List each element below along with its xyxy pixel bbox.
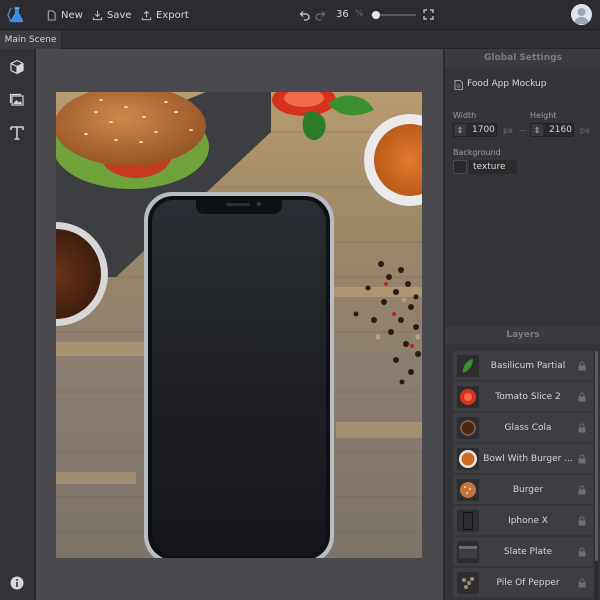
save-button[interactable]: Save xyxy=(92,8,132,22)
height-unit: px xyxy=(580,126,590,135)
new-file-icon xyxy=(47,9,56,21)
layer-name: Basilicum Partial xyxy=(490,360,566,371)
link-dimensions-icon[interactable]: — xyxy=(519,126,527,135)
lock-icon[interactable] xyxy=(577,516,587,526)
layer-name: Bowl With Burger ... xyxy=(483,453,573,464)
editor-app: New Save Export 36 % Main Scene Global S… xyxy=(0,0,600,600)
phone-thumbnail-icon xyxy=(457,509,479,532)
basil-thumbnail-icon xyxy=(457,354,479,377)
top-toolbar: New Save Export 36 % xyxy=(0,0,600,30)
document-icon xyxy=(454,80,463,90)
width-unit: px xyxy=(503,126,513,135)
image-layers-icon[interactable] xyxy=(9,92,25,108)
layer-item[interactable]: Basilicum Partial xyxy=(453,351,593,380)
save-icon xyxy=(92,10,103,20)
width-stepper-icon[interactable]: ⇕ xyxy=(454,124,466,136)
mockup-scene xyxy=(56,92,422,558)
width-value: 1700 xyxy=(472,125,495,135)
zoom-unit: % xyxy=(355,9,364,19)
global-settings-header: Global Settings xyxy=(445,49,600,67)
export-icon xyxy=(141,10,152,20)
height-stepper-icon[interactable]: ⇕ xyxy=(531,124,543,136)
redo-icon[interactable] xyxy=(315,9,327,21)
height-input[interactable]: ⇕ 2160 xyxy=(530,123,574,137)
background-color-swatch[interactable] xyxy=(453,160,467,174)
layers-header: Layers xyxy=(445,326,600,344)
lock-icon[interactable] xyxy=(577,578,587,588)
background-label: Background xyxy=(453,148,501,157)
cube-icon[interactable] xyxy=(9,59,25,75)
layer-name: Slate Plate xyxy=(503,546,553,557)
tab-main-scene[interactable]: Main Scene xyxy=(0,31,62,49)
layer-item[interactable]: Tomato Slice 2 xyxy=(453,382,593,411)
info-icon[interactable] xyxy=(10,576,24,590)
height-value: 2160 xyxy=(549,125,572,135)
layer-item[interactable]: Iphone X xyxy=(453,506,593,535)
bowl-thumbnail-icon xyxy=(457,447,479,470)
cola-thumbnail-icon xyxy=(457,416,479,439)
canvas-area[interactable] xyxy=(36,49,443,600)
flask-logo-icon[interactable] xyxy=(6,4,28,26)
lock-icon[interactable] xyxy=(577,547,587,557)
width-label: Width xyxy=(453,111,477,120)
lock-icon[interactable] xyxy=(577,485,587,495)
undo-icon[interactable] xyxy=(298,9,310,21)
layers-scrollbar[interactable] xyxy=(595,351,598,600)
lock-icon[interactable] xyxy=(577,392,587,402)
layer-name: Iphone X xyxy=(508,515,548,526)
layer-item[interactable]: Pile Of Pepper xyxy=(453,568,593,597)
text-tool-icon[interactable] xyxy=(9,125,25,141)
export-button-label: Export xyxy=(156,9,189,21)
left-toolbar xyxy=(0,49,35,600)
new-button-label: New xyxy=(61,9,83,21)
layer-name: Tomato Slice 2 xyxy=(495,391,561,402)
document-name[interactable]: Food App Mockup xyxy=(467,79,546,89)
layer-name: Pile Of Pepper xyxy=(496,577,560,588)
background-select[interactable]: texture xyxy=(469,160,517,174)
export-button[interactable]: Export xyxy=(141,8,189,22)
layer-item[interactable]: Glass Cola xyxy=(453,413,593,442)
layer-item[interactable]: Bowl With Burger ... xyxy=(453,444,593,473)
lock-icon[interactable] xyxy=(577,361,587,371)
layers-scrollbar-thumb[interactable] xyxy=(595,351,598,561)
pepper-thumbnail-icon xyxy=(457,571,479,594)
lock-icon[interactable] xyxy=(577,454,587,464)
width-input[interactable]: ⇕ 1700 xyxy=(453,123,497,137)
right-panel: Global Settings Food App Mockup Width ⇕ … xyxy=(444,49,600,600)
new-button[interactable]: New xyxy=(46,8,83,22)
save-button-label: Save xyxy=(107,9,132,21)
zoom-value: 36 xyxy=(336,9,349,20)
height-label: Height xyxy=(530,111,557,120)
layer-item[interactable]: Slate Plate xyxy=(453,537,593,566)
layer-item[interactable]: Burger xyxy=(453,475,593,504)
fullscreen-icon[interactable] xyxy=(423,9,434,20)
tomato-thumbnail-icon xyxy=(457,385,479,408)
zoom-slider-thumb[interactable] xyxy=(371,11,380,19)
layer-name: Glass Cola xyxy=(504,422,552,433)
layer-name: Burger xyxy=(512,484,544,495)
user-icon xyxy=(574,8,589,24)
slate-thumbnail-icon xyxy=(457,540,479,563)
burger-thumbnail-icon xyxy=(457,478,479,501)
user-avatar[interactable] xyxy=(571,4,592,25)
scene-tabs: Main Scene xyxy=(0,31,600,49)
artboard[interactable] xyxy=(56,92,422,558)
lock-icon[interactable] xyxy=(577,423,587,433)
layers-list: Basilicum Partial Tomato Slice 2 Glass C… xyxy=(453,351,593,600)
